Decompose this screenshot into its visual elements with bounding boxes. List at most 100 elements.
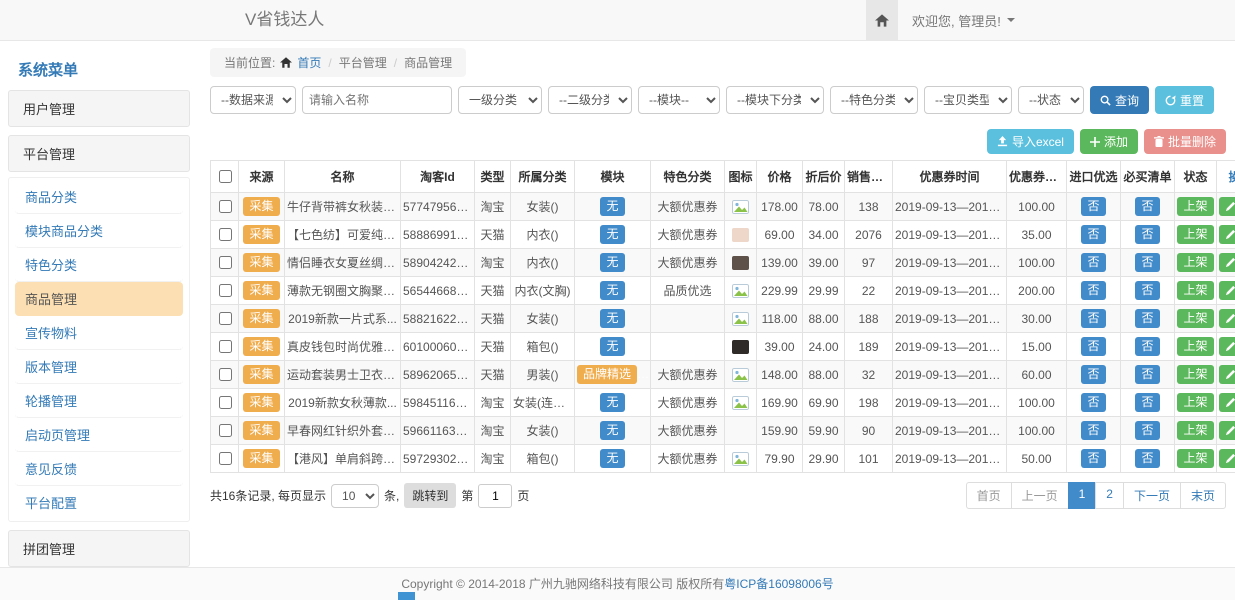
must-buy-toggle[interactable]: 否 <box>1135 309 1159 328</box>
sidebar-item[interactable]: 模块商品分类 <box>15 214 183 248</box>
imported-toggle[interactable]: 否 <box>1081 253 1105 272</box>
imported-toggle[interactable]: 否 <box>1081 281 1105 300</box>
row-checkbox[interactable] <box>219 340 232 353</box>
icp-link[interactable]: 粤ICP备16098006号 <box>724 577 833 591</box>
name-search-input[interactable] <box>302 86 452 114</box>
page-button[interactable]: 下一页 <box>1123 482 1181 509</box>
status-badge[interactable]: 上架 <box>1177 365 1213 384</box>
module-badge[interactable]: 无 <box>600 197 624 216</box>
module-badge[interactable]: 无 <box>600 281 624 300</box>
sidebar-item[interactable]: 轮播管理 <box>15 384 183 418</box>
sidebar-item[interactable]: 启动页管理 <box>15 418 183 452</box>
row-checkbox[interactable] <box>219 284 232 297</box>
edit-button[interactable] <box>1219 337 1235 356</box>
must-buy-toggle[interactable]: 否 <box>1135 281 1159 300</box>
module-badge[interactable]: 无 <box>600 449 624 468</box>
row-checkbox[interactable] <box>219 452 232 465</box>
sidebar-item[interactable]: 意见反馈 <box>15 452 183 486</box>
filter-select-2[interactable]: --二级分类-- <box>548 86 632 114</box>
edit-button[interactable] <box>1219 225 1235 244</box>
row-checkbox[interactable] <box>219 256 232 269</box>
must-buy-toggle[interactable]: 否 <box>1135 337 1159 356</box>
edit-button[interactable] <box>1219 281 1235 300</box>
sidebar-item[interactable]: 平台配置 <box>15 486 183 519</box>
status-badge[interactable]: 上架 <box>1177 393 1213 412</box>
page-button[interactable]: 上一页 <box>1011 482 1069 509</box>
status-badge[interactable]: 上架 <box>1177 309 1213 328</box>
sidebar-group[interactable]: 平台管理 <box>8 135 190 172</box>
module-badge[interactable]: 无 <box>600 309 624 328</box>
row-checkbox[interactable] <box>219 312 232 325</box>
page-button[interactable]: 末页 <box>1180 482 1226 509</box>
must-buy-toggle[interactable]: 否 <box>1135 253 1159 272</box>
filter-select-3[interactable]: --模块-- <box>638 86 720 114</box>
edit-button[interactable] <box>1219 393 1235 412</box>
page-button[interactable]: 首页 <box>966 482 1012 509</box>
jump-button[interactable]: 跳转到 <box>404 483 456 508</box>
imported-toggle[interactable]: 否 <box>1081 421 1105 440</box>
sidebar-item[interactable]: 商品管理 <box>15 282 183 316</box>
search-button[interactable]: 查询 <box>1090 86 1149 114</box>
page-number-input[interactable] <box>478 484 512 508</box>
home-nav-button[interactable] <box>866 0 898 40</box>
status-badge[interactable]: 上架 <box>1177 421 1213 440</box>
reset-button[interactable]: 重置 <box>1155 86 1214 114</box>
page-button[interactable]: 1 <box>1068 482 1097 509</box>
breadcrumb-home-link[interactable]: 首页 <box>297 54 321 71</box>
filter-select-4[interactable]: --模块下分类-- <box>726 86 824 114</box>
sidebar-group[interactable]: 拼团管理 <box>8 530 190 567</box>
imported-toggle[interactable]: 否 <box>1081 337 1105 356</box>
imported-toggle[interactable]: 否 <box>1081 365 1105 384</box>
must-buy-toggle[interactable]: 否 <box>1135 421 1159 440</box>
must-buy-toggle[interactable]: 否 <box>1135 393 1159 412</box>
sidebar-item[interactable]: 宣传物料 <box>15 316 183 350</box>
status-badge[interactable]: 上架 <box>1177 337 1213 356</box>
status-badge[interactable]: 上架 <box>1177 225 1213 244</box>
imported-toggle[interactable]: 否 <box>1081 393 1105 412</box>
module-badge[interactable]: 无 <box>600 421 624 440</box>
status-badge[interactable]: 上架 <box>1177 449 1213 468</box>
edit-button[interactable] <box>1219 253 1235 272</box>
add-button[interactable]: 添加 <box>1080 129 1138 154</box>
user-menu[interactable]: 欢迎您, 管理员! <box>898 0 1029 40</box>
sidebar-item[interactable]: 版本管理 <box>15 350 183 384</box>
must-buy-toggle[interactable]: 否 <box>1135 225 1159 244</box>
app-brand[interactable]: V省钱达人 <box>245 0 324 40</box>
row-checkbox[interactable] <box>219 200 232 213</box>
module-badge[interactable]: 无 <box>600 337 624 356</box>
data-source-select[interactable]: --数据来源-- <box>210 86 296 114</box>
imported-toggle[interactable]: 否 <box>1081 309 1105 328</box>
must-buy-toggle[interactable]: 否 <box>1135 197 1159 216</box>
row-checkbox[interactable] <box>219 424 232 437</box>
must-buy-toggle[interactable]: 否 <box>1135 449 1159 468</box>
row-checkbox[interactable] <box>219 368 232 381</box>
edit-button[interactable] <box>1219 449 1235 468</box>
sidebar-item[interactable]: 特色分类 <box>15 248 183 282</box>
imported-toggle[interactable]: 否 <box>1081 225 1105 244</box>
module-badge[interactable]: 无 <box>600 225 624 244</box>
import-excel-button[interactable]: 导入excel <box>987 129 1074 154</box>
page-button[interactable]: 2 <box>1095 482 1124 509</box>
status-badge[interactable]: 上架 <box>1177 253 1213 272</box>
filter-select-5[interactable]: --特色分类-- <box>830 86 918 114</box>
select-all-checkbox[interactable] <box>219 170 232 183</box>
sidebar-group[interactable]: 用户管理 <box>8 90 190 127</box>
edit-button[interactable] <box>1219 197 1235 216</box>
per-page-select[interactable]: 10 <box>331 484 379 508</box>
status-badge[interactable]: 上架 <box>1177 197 1213 216</box>
imported-toggle[interactable]: 否 <box>1081 197 1105 216</box>
module-badge[interactable]: 品牌精选 <box>577 365 637 384</box>
filter-select-1[interactable]: 一级分类 <box>458 86 542 114</box>
imported-toggle[interactable]: 否 <box>1081 449 1105 468</box>
module-badge[interactable]: 无 <box>600 393 624 412</box>
status-badge[interactable]: 上架 <box>1177 281 1213 300</box>
module-badge[interactable]: 无 <box>600 253 624 272</box>
edit-button[interactable] <box>1219 365 1235 384</box>
edit-button[interactable] <box>1219 421 1235 440</box>
filter-select-6[interactable]: --宝贝类型-- <box>924 86 1012 114</box>
filter-select-7[interactable]: --状态-- <box>1018 86 1084 114</box>
row-checkbox[interactable] <box>219 228 232 241</box>
batch-delete-button[interactable]: 批量删除 <box>1144 129 1226 154</box>
must-buy-toggle[interactable]: 否 <box>1135 365 1159 384</box>
row-checkbox[interactable] <box>219 396 232 409</box>
